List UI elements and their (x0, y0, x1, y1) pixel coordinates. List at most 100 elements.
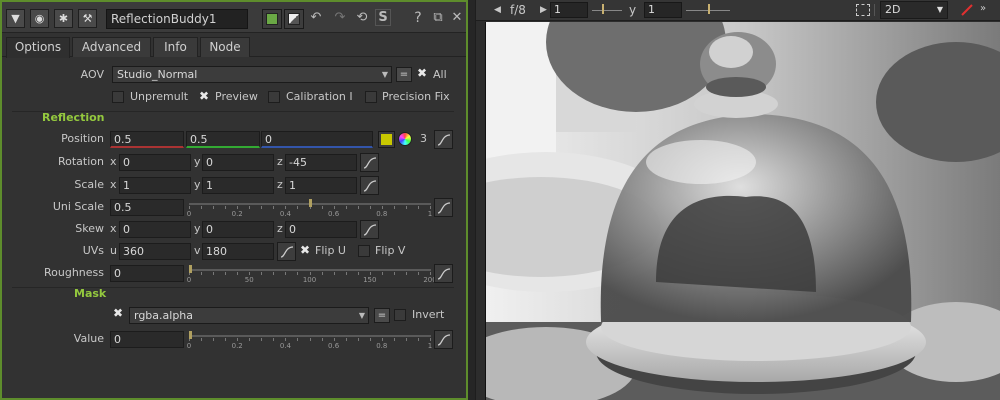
panel-titlebar: ▼ ◉ ✱ ⚒ ReflectionBuddy1 ↶ ↷ ⟲ S ? ⧉ ✕ (2, 2, 466, 33)
slider-handle[interactable] (189, 331, 192, 339)
fstop-value[interactable]: f/8 (510, 3, 526, 17)
aov-link-button[interactable]: = (396, 67, 412, 82)
view-mode-dropdown[interactable]: 2D ▼ (880, 1, 948, 19)
animation-curve-icon[interactable] (434, 264, 453, 283)
slider-handle[interactable] (308, 199, 312, 207)
all-checkbox[interactable]: ✖ (416, 67, 428, 80)
animation-curve-icon[interactable] (360, 153, 379, 172)
position-z-field[interactable]: 0 (261, 131, 373, 148)
slider-tick (309, 272, 311, 275)
axis-z-label: z (277, 222, 283, 235)
animation-curve-icon[interactable] (434, 198, 453, 217)
pane-splitter[interactable] (468, 0, 475, 400)
position-y-field[interactable]: 0.5 (186, 131, 260, 148)
slider-handle[interactable] (189, 265, 192, 273)
scale-z-field[interactable]: 1 (285, 177, 357, 194)
axis-x-label: x (110, 178, 117, 191)
node-name-field[interactable]: ReflectionBuddy1 (106, 9, 248, 29)
skew-z-field[interactable]: 0 (285, 221, 357, 238)
slider-tick-label: 0.4 (279, 210, 291, 218)
flip-u-label: Flip U (315, 244, 346, 257)
flip-v-checkbox[interactable] (358, 245, 370, 257)
color-wheel-icon[interactable] (398, 132, 412, 146)
mask-link-button[interactable]: = (374, 308, 390, 323)
skew-x-field[interactable]: 0 (119, 221, 191, 238)
mask-channel-value: rgba.alpha (134, 309, 194, 322)
slider-tick (321, 206, 323, 209)
roughness-slider[interactable]: 0 50 100 150 200 (187, 265, 437, 284)
close-icon[interactable]: ✕ (449, 9, 465, 27)
animation-curve-icon[interactable] (360, 220, 379, 239)
uni-scale-field[interactable]: 0.5 (110, 199, 184, 216)
mask-value-field[interactable]: 0 (110, 331, 184, 348)
frame-slider[interactable] (592, 2, 622, 18)
position-x-field[interactable]: 0.5 (110, 131, 184, 148)
gamma-label: y (629, 3, 637, 17)
skew-y-field[interactable]: 0 (202, 221, 274, 238)
slider-tick (237, 272, 239, 275)
scale-x-field[interactable]: 1 (119, 177, 191, 194)
gamma-slider[interactable] (686, 2, 730, 18)
scale-y-field[interactable]: 1 (202, 177, 274, 194)
play-arrow-icon[interactable]: ▶ (540, 5, 547, 15)
tab-advanced[interactable]: Advanced (72, 37, 151, 57)
roi-icon[interactable] (856, 4, 870, 16)
mask-value-slider[interactable]: 0 0.2 0.4 0.6 0.8 1 (187, 331, 432, 350)
prev-arrow-icon[interactable]: ◀ (494, 5, 501, 15)
tab-options[interactable]: Options (6, 37, 70, 58)
rotation-label: Rotation (57, 155, 104, 168)
animation-curve-icon[interactable] (434, 130, 453, 149)
uvs-u-field[interactable]: 360 (119, 243, 191, 260)
unpremult-checkbox[interactable] (112, 91, 124, 103)
collapse-icon[interactable]: ▼ (6, 9, 25, 28)
tab-info[interactable]: Info (153, 37, 198, 57)
mask-channel-dropdown[interactable]: rgba.alpha ▼ (129, 307, 369, 324)
slider-tick (333, 338, 335, 341)
rotation-z-field[interactable]: -45 (285, 154, 357, 171)
uni-scale-slider[interactable]: 0 0.2 0.4 0.6 0.8 1 (187, 199, 432, 218)
animation-curve-icon[interactable] (360, 176, 379, 195)
preview-label: Preview (215, 90, 258, 103)
calibration-checkbox[interactable] (268, 91, 280, 103)
aov-dropdown[interactable]: Studio_Normal ▼ (112, 66, 392, 83)
animation-curve-icon[interactable] (277, 242, 296, 261)
node-icon[interactable]: ✱ (54, 9, 73, 28)
color-swatch-button[interactable] (378, 131, 395, 148)
gamma-field[interactable]: 1 (644, 2, 682, 18)
slider-tick (225, 206, 227, 209)
slider-tick (201, 272, 203, 275)
slider-tick (417, 338, 419, 341)
frame-field[interactable]: 1 (550, 2, 588, 18)
tab-node[interactable]: Node (200, 37, 250, 57)
invert-checkbox[interactable] (394, 309, 406, 321)
flip-u-checkbox[interactable]: ✖ (299, 244, 311, 257)
precision-fix-checkbox[interactable] (365, 91, 377, 103)
menu-chevron-icon[interactable]: » (980, 3, 986, 14)
viewer-toolbar: ◀ f/8 ▶ 1 y 1 2D ▼ » (476, 0, 1000, 21)
float-window-icon[interactable]: ⧉ (430, 9, 446, 27)
mask-enable-checkbox[interactable]: ✖ (112, 307, 124, 320)
rotation-y-field[interactable]: 0 (202, 154, 274, 171)
float-icon[interactable]: ◉ (30, 9, 49, 28)
redo-icon[interactable]: ↷ (332, 9, 348, 27)
slider-tick (273, 206, 275, 209)
font-color-button[interactable] (284, 9, 304, 29)
help-icon[interactable]: ? (410, 9, 426, 27)
revert-icon[interactable]: ⟲ (354, 9, 370, 27)
rotation-x-field[interactable]: 0 (119, 154, 191, 171)
settings-s-button[interactable]: S (375, 9, 391, 26)
paint-icon[interactable] (960, 3, 974, 17)
viewer-pane: ◀ f/8 ▶ 1 y 1 2D ▼ » (475, 0, 1000, 400)
axis-z-label: z (277, 155, 283, 168)
image-viewport[interactable] (485, 22, 1000, 400)
all-label: All (433, 68, 447, 81)
node-color-button[interactable] (262, 9, 282, 29)
preview-checkbox[interactable]: ✖ (198, 90, 210, 103)
animation-curve-icon[interactable] (434, 330, 453, 349)
uvs-v-field[interactable]: 180 (202, 243, 274, 260)
roughness-field[interactable]: 0 (110, 265, 184, 282)
slider-tick (345, 338, 347, 341)
undo-icon[interactable]: ↶ (308, 9, 324, 27)
chevron-down-icon: ▼ (358, 311, 365, 320)
wrench-icon[interactable]: ⚒ (78, 9, 97, 28)
